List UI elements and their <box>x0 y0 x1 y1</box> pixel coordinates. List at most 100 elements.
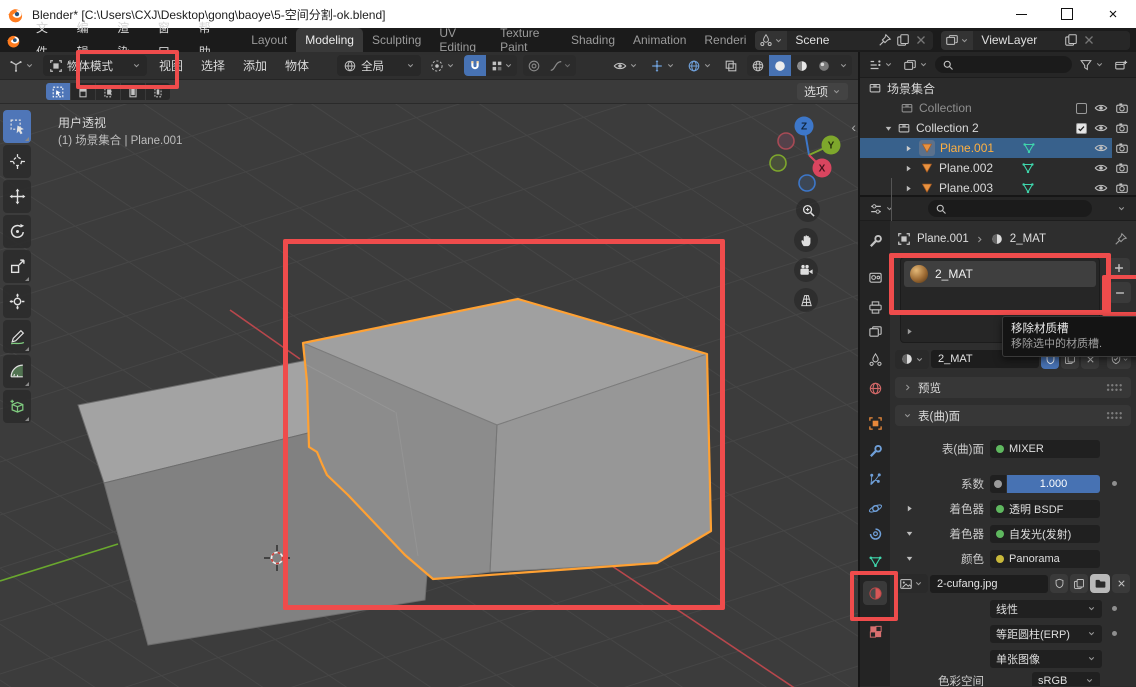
eye-icon[interactable] <box>1094 181 1108 195</box>
breadcrumb-material[interactable]: 2_MAT <box>1010 233 1046 245</box>
outliner-row-plane-001[interactable]: Plane.001 <box>860 138 1136 158</box>
tab-material[interactable] <box>863 581 887 605</box>
shader2-selector[interactable]: 自发光(发射) <box>990 525 1100 543</box>
select-box-button[interactable] <box>71 83 95 100</box>
tab-object[interactable] <box>863 411 887 435</box>
panel-preview[interactable]: 预览 <box>895 377 1131 398</box>
tab-shading[interactable]: Shading <box>562 28 624 52</box>
tool-select-box[interactable] <box>3 110 31 143</box>
pivot-point-dropdown[interactable] <box>427 55 458 76</box>
remove-viewlayer-icon[interactable] <box>1082 33 1096 47</box>
expand-triangle-icon[interactable] <box>904 164 913 173</box>
tab-modeling[interactable]: Modeling <box>296 28 363 52</box>
select-tweak-button[interactable] <box>46 83 70 100</box>
panel-drag-dots[interactable] <box>1106 411 1123 420</box>
overlays-dropdown[interactable] <box>684 55 715 76</box>
panel-surface[interactable]: 表(曲)面 <box>895 405 1131 426</box>
menu-add[interactable]: 添加 <box>237 57 273 74</box>
tool-scale[interactable] <box>3 250 31 283</box>
outliner-row-scene-collection[interactable]: 场景集合 <box>860 78 1136 98</box>
object-visibility-dropdown[interactable] <box>610 55 641 76</box>
panel-drag-dots[interactable] <box>1106 383 1123 392</box>
render-visibility-icon[interactable] <box>1115 141 1129 155</box>
region-collapse-arrow[interactable]: ‹ <box>851 120 856 134</box>
shading-rendered-button[interactable] <box>813 55 835 76</box>
pan-button[interactable] <box>794 228 818 252</box>
tab-constraints[interactable] <box>863 522 887 546</box>
tab-rendering[interactable]: Renderi <box>695 28 755 52</box>
fac-slider[interactable]: 1.000 <box>1007 475 1100 493</box>
new-collection-button[interactable] <box>1111 54 1131 75</box>
proportional-edit-toggle[interactable] <box>523 55 545 76</box>
unlink-scene-icon[interactable] <box>914 33 928 47</box>
tab-tool[interactable] <box>863 229 887 253</box>
maximize-button[interactable] <box>1044 0 1090 28</box>
properties-editor-type-button[interactable] <box>866 198 897 219</box>
image-fake-user-toggle[interactable] <box>1050 574 1068 593</box>
shader1-selector[interactable]: 透明 BSDF <box>990 500 1100 518</box>
viewlayer-browse-button[interactable] <box>941 31 973 50</box>
outliner-display-mode-button[interactable] <box>900 54 931 75</box>
select-lasso-button[interactable] <box>121 83 145 100</box>
tab-sculpting[interactable]: Sculpting <box>363 28 430 52</box>
unlink-image-button[interactable] <box>1112 574 1130 593</box>
tab-physics[interactable] <box>863 496 887 520</box>
render-visibility-icon[interactable] <box>1115 121 1129 135</box>
viewlayer-name[interactable]: ViewLayer <box>973 33 1059 47</box>
render-visibility-icon[interactable] <box>1115 161 1129 175</box>
expand-triangle-icon[interactable] <box>904 144 913 153</box>
chevron-down-icon[interactable] <box>1117 204 1126 213</box>
interpolation-dropdown[interactable]: 线性 <box>990 600 1102 618</box>
decorator-dot[interactable] <box>1112 631 1117 636</box>
shading-dropdown[interactable] <box>835 55 852 76</box>
outliner-editor-type-button[interactable] <box>865 54 896 75</box>
tab-render[interactable] <box>863 265 887 289</box>
scene-name[interactable]: Scene <box>787 33 873 47</box>
tab-modifiers[interactable] <box>863 439 887 463</box>
tab-world[interactable] <box>863 376 887 400</box>
tab-object-data[interactable] <box>863 549 887 573</box>
menu-select[interactable]: 选择 <box>195 57 231 74</box>
falloff-dropdown[interactable] <box>545 55 576 76</box>
image-name-field[interactable]: 2-cufang.jpg <box>930 575 1048 593</box>
axis-neg-z-ball[interactable] <box>799 175 815 191</box>
tool-rotate[interactable] <box>3 215 31 248</box>
shading-wireframe-button[interactable] <box>747 55 769 76</box>
fac-socket-box[interactable] <box>990 475 1006 493</box>
tab-view-layer[interactable] <box>863 319 887 343</box>
tool-cursor[interactable] <box>3 145 31 178</box>
tool-transform[interactable] <box>3 285 31 318</box>
pin-icon[interactable] <box>878 33 892 47</box>
mode-dropdown[interactable]: 物体模式 <box>43 55 147 76</box>
new-viewlayer-icon[interactable] <box>1064 33 1078 47</box>
menu-view[interactable]: 视图 <box>153 57 189 74</box>
copy-image-button[interactable] <box>1070 574 1088 593</box>
pin-icon[interactable] <box>1114 232 1128 246</box>
viewport-3d[interactable]: Z Y X 用户透视 (1) 场景集合 | Plane.001 <box>0 104 858 687</box>
eye-icon[interactable] <box>1094 141 1108 155</box>
slot-expand-triangle-icon[interactable] <box>905 327 914 336</box>
render-visibility-icon[interactable] <box>1115 101 1129 115</box>
outliner-filter-button[interactable] <box>1076 54 1107 75</box>
snap-to-dropdown[interactable] <box>486 55 517 76</box>
shading-solid-button[interactable] <box>769 55 791 76</box>
eye-icon[interactable] <box>1094 101 1108 115</box>
navigation-gizmo[interactable]: Z Y X <box>770 117 841 192</box>
tab-uv-editing[interactable]: UV Editing <box>430 28 491 52</box>
tool-measure[interactable] <box>3 355 31 388</box>
exclude-checkbox[interactable] <box>1076 103 1087 114</box>
axis-neg-x-ball[interactable] <box>778 133 794 149</box>
outliner-row-collection[interactable]: Collection <box>860 98 1136 118</box>
close-button[interactable] <box>1090 0 1136 28</box>
editor-type-button[interactable] <box>6 55 37 76</box>
eye-icon[interactable] <box>1094 121 1108 135</box>
ortho-toggle-button[interactable] <box>794 288 818 312</box>
camera-view-button[interactable] <box>794 258 818 282</box>
tab-layout[interactable]: Layout <box>242 28 296 52</box>
browse-material-button[interactable] <box>895 350 929 369</box>
minimize-button[interactable] <box>998 0 1044 28</box>
add-slot-button[interactable] <box>1108 258 1130 278</box>
colorspace-dropdown[interactable]: sRGB <box>1032 672 1100 687</box>
expand-triangle-icon[interactable] <box>904 184 913 193</box>
xray-toggle[interactable] <box>721 55 741 76</box>
